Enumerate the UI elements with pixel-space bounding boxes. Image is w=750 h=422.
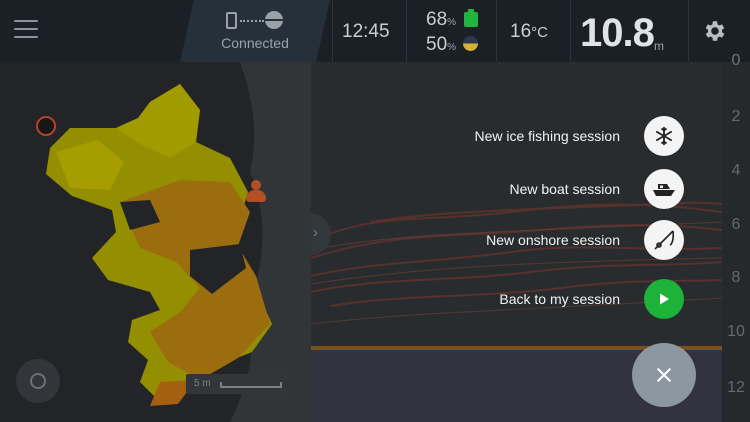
divider: [496, 0, 497, 62]
menu-item-label: New boat session: [509, 181, 620, 197]
new-ice-fishing-session-button[interactable]: New ice fishing session: [474, 116, 684, 156]
snowflake-icon[interactable]: [644, 116, 684, 156]
divider: [332, 0, 333, 62]
menu-item-label: New onshore session: [486, 232, 620, 248]
sonar-battery-value: 50: [426, 34, 448, 55]
top-status-bar: Connected 12:45 68% 50% 16°C 10.8 m: [0, 0, 750, 62]
phone-battery-value: 68: [426, 9, 448, 30]
water-temperature: 16°C: [510, 21, 548, 43]
new-onshore-session-button[interactable]: New onshore session: [486, 220, 684, 260]
close-icon[interactable]: [632, 343, 696, 407]
depth-unit: m: [654, 39, 664, 53]
divider: [688, 0, 689, 62]
divider: [570, 0, 571, 62]
phone-battery-unit: %: [447, 17, 457, 28]
hamburger-menu-icon[interactable]: [14, 20, 38, 42]
connection-link-icon: [240, 20, 264, 22]
menu-item-label: New ice fishing session: [474, 128, 620, 144]
battery-icon: [464, 9, 478, 27]
sonar-battery-icon: [463, 36, 478, 51]
gear-icon[interactable]: [702, 18, 728, 44]
new-boat-session-button[interactable]: New boat session: [509, 169, 684, 209]
phone-battery: 68%: [426, 9, 456, 31]
sonar-battery: 50%: [426, 34, 456, 56]
clock: 12:45: [342, 21, 390, 42]
temperature-unit: °C: [531, 24, 548, 41]
depth-value: 10.8: [580, 11, 655, 55]
fishing-rod-icon[interactable]: [644, 220, 684, 260]
menu-item-label: Back to my session: [499, 291, 620, 307]
divider: [406, 0, 407, 62]
deeper-sonar-icon: [265, 11, 283, 29]
play-icon[interactable]: [644, 279, 684, 319]
boat-icon[interactable]: [644, 169, 684, 209]
sonar-battery-unit: %: [447, 42, 457, 53]
phone-icon: [226, 12, 237, 29]
connection-status[interactable]: Connected: [180, 0, 330, 62]
back-to-my-session-button[interactable]: Back to my session: [499, 279, 684, 319]
temperature-value: 16: [510, 21, 532, 42]
connection-label: Connected: [221, 35, 289, 51]
